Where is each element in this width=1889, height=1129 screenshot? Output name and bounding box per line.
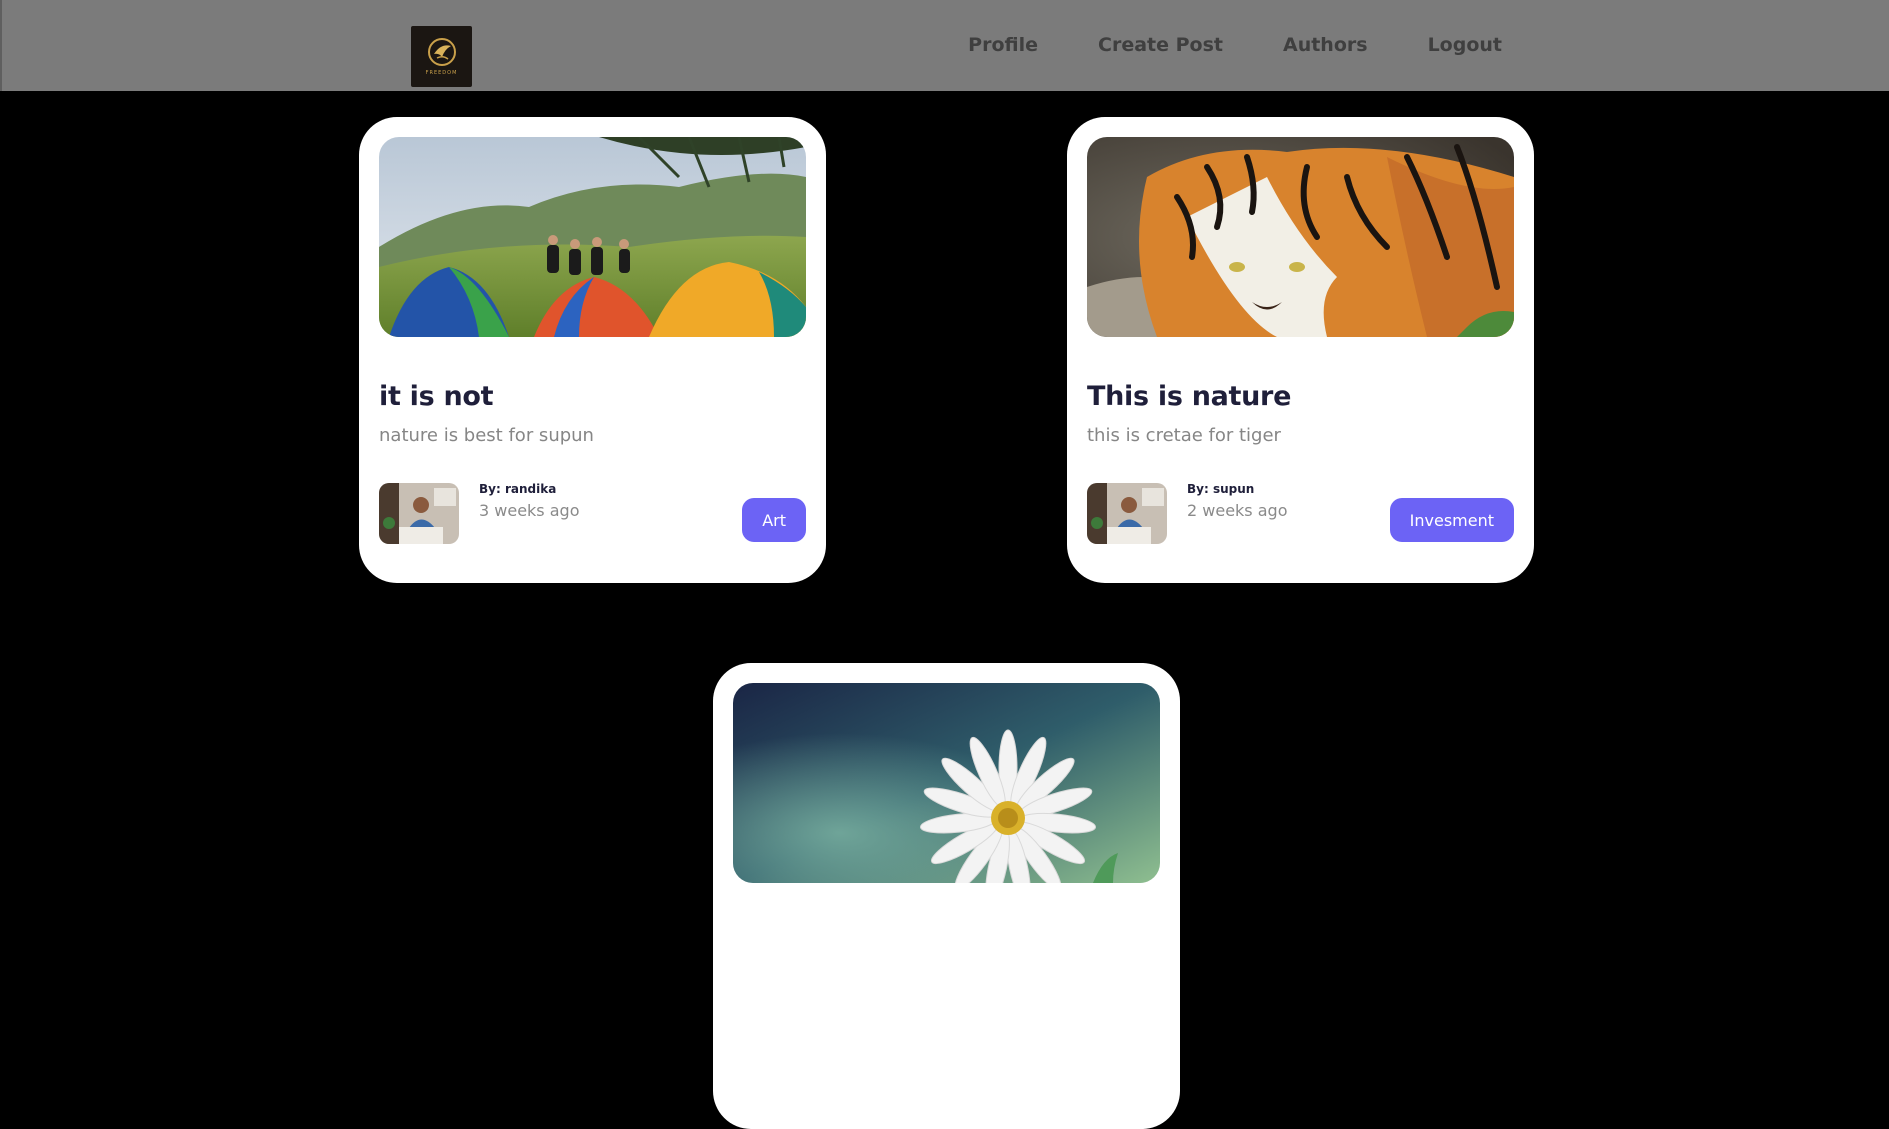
avatar-image [1087,483,1167,544]
nav-link-authors[interactable]: Authors [1283,33,1368,57]
camping-image [379,137,806,337]
post-thumbnail-tiger[interactable] [1087,137,1514,337]
tiger-image [1087,137,1514,337]
author-avatar[interactable] [1087,483,1167,544]
daisy-image [733,683,1160,883]
site-logo[interactable]: FREEDOM [411,26,472,87]
nav-link-logout[interactable]: Logout [1428,33,1502,57]
post-thumbnail-daisy[interactable] [733,683,1160,883]
nav-link-create-post[interactable]: Create Post [1098,33,1223,57]
author-avatar[interactable] [379,483,459,544]
post-description: nature is best for supun [379,425,594,446]
post-author[interactable]: By: supun [1187,482,1254,496]
post-title[interactable]: it is not [379,381,494,412]
avatar-image [379,483,459,544]
post-title[interactable]: This is nature [1087,381,1291,412]
post-card[interactable]: This is nature this is cretae for tiger … [1067,117,1534,583]
post-card[interactable]: it is not nature is best for supun By: r… [359,117,826,583]
post-timestamp: 2 weeks ago [1187,501,1288,520]
logo-emblem-icon [427,38,456,66]
logo-wordmark: FREEDOM [425,70,458,76]
category-button[interactable]: Invesment [1389,498,1514,542]
nav-links: Profile Create Post Authors Logout [968,34,1502,69]
post-card[interactable] [713,663,1180,1129]
category-button[interactable]: Art [742,498,806,542]
post-author[interactable]: By: randika [479,482,556,496]
post-description: this is cretae for tiger [1087,425,1281,446]
post-thumbnail-camping[interactable] [379,137,806,337]
navbar: FREEDOM Profile Create Post Authors Logo… [0,0,1889,91]
nav-link-profile[interactable]: Profile [968,33,1038,57]
post-timestamp: 3 weeks ago [479,501,580,520]
